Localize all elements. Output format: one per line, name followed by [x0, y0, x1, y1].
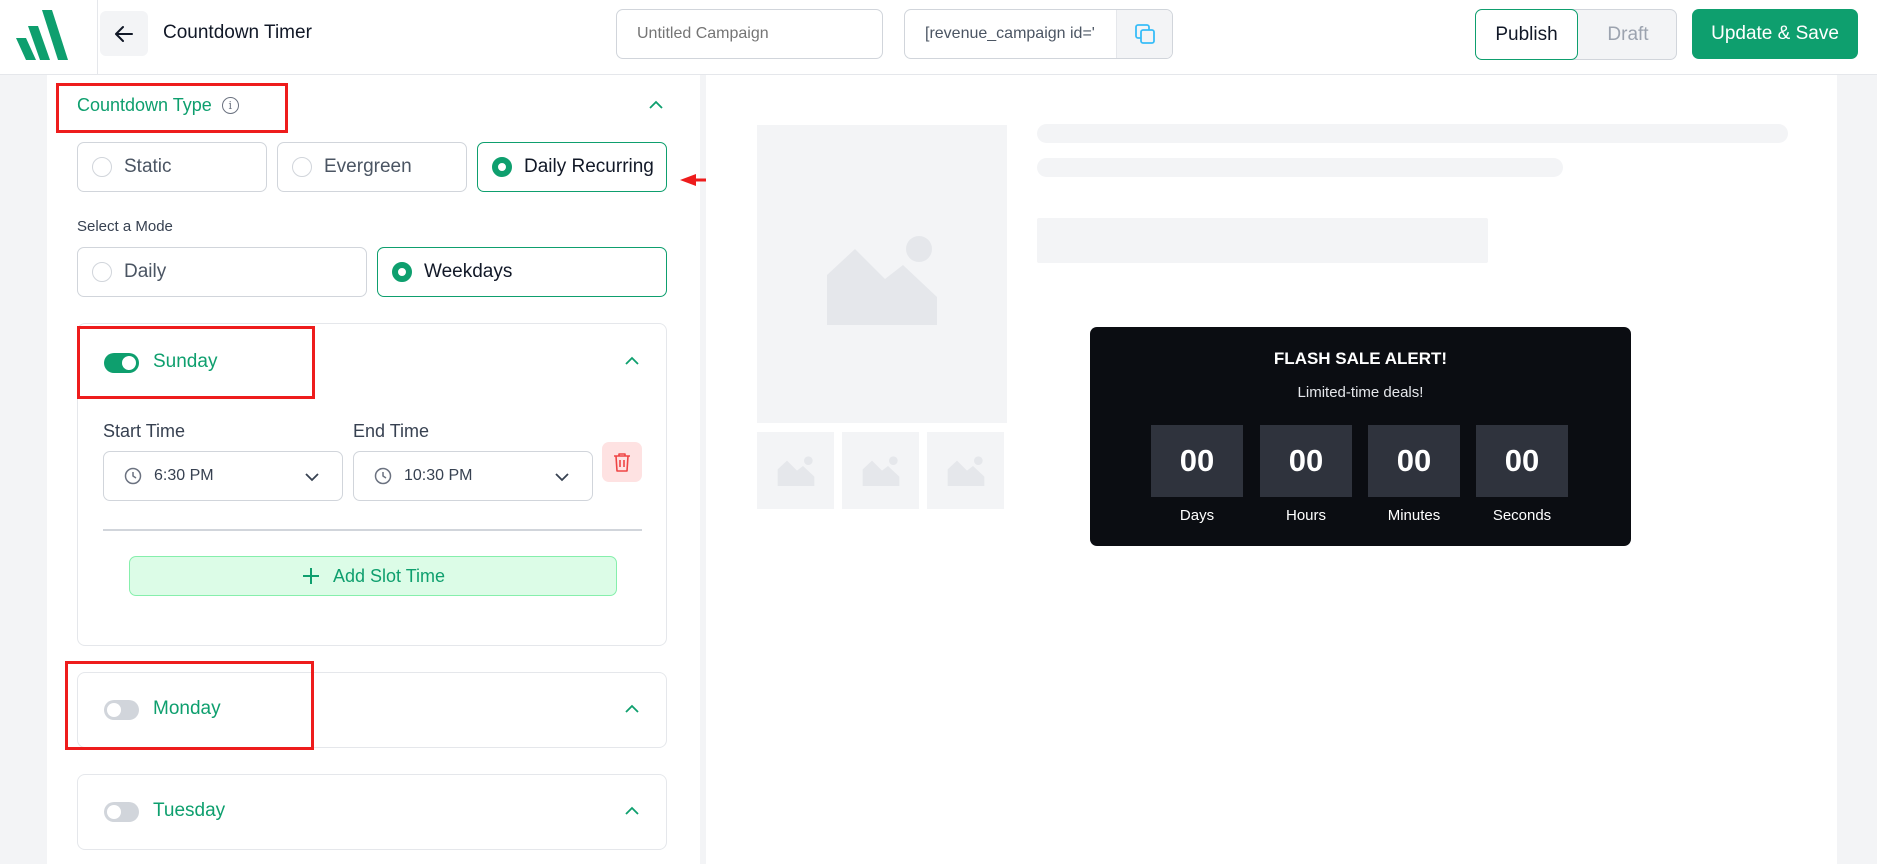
end-time-select[interactable]: 10:30 PM	[353, 451, 593, 501]
status-toggle: Publish Draft	[1475, 9, 1677, 60]
chevron-down-icon	[555, 473, 569, 482]
timer-subtitle: Limited-time deals!	[1297, 384, 1424, 401]
tuesday-toggle[interactable]	[104, 802, 139, 822]
highlight-box	[77, 326, 315, 399]
subtitle-skeleton	[1037, 158, 1563, 177]
add-slot-label: Add Slot Time	[332, 565, 446, 586]
back-button[interactable]	[100, 11, 148, 56]
brand-logo	[16, 10, 68, 60]
start-time-value: 6:30 PM	[154, 467, 214, 484]
seconds-label: Seconds	[1492, 507, 1552, 524]
image-icon	[862, 456, 900, 486]
image-icon	[947, 456, 985, 486]
add-slot-time-button[interactable]: Add Slot Time	[129, 556, 617, 596]
mode-label: Select a Mode	[77, 218, 173, 235]
option-label: Daily	[124, 261, 167, 282]
mode-weekdays[interactable]: Weekdays	[377, 247, 667, 297]
minutes-label: Minutes	[1387, 507, 1441, 524]
radio-icon	[92, 157, 112, 177]
title-skeleton	[1037, 124, 1788, 143]
option-label: Weekdays	[424, 261, 513, 282]
delete-slot-button[interactable]	[602, 442, 642, 482]
end-time-value: 10:30 PM	[404, 467, 473, 484]
plus-icon	[302, 568, 319, 584]
image-icon	[827, 236, 937, 325]
hours-label: Hours	[1285, 507, 1326, 524]
mode-daily[interactable]: Daily	[77, 247, 367, 297]
image-icon	[777, 456, 815, 486]
copy-icon	[1134, 24, 1155, 44]
preview-panel: FLASH SALE ALERT! Limited-time deals! 00…	[706, 75, 1837, 864]
toggle-knob	[107, 805, 121, 819]
day-name: Tuesday	[153, 800, 226, 821]
radio-icon	[292, 157, 312, 177]
slot-divider	[103, 529, 642, 531]
trash-icon	[614, 453, 630, 472]
seconds-value: 00	[1476, 425, 1568, 497]
top-bar: Countdown Timer [revenue_campaign id=' P…	[0, 0, 1877, 75]
logo-divider	[97, 0, 98, 75]
hours-value: 00	[1260, 425, 1352, 497]
day-card-tuesday: Tuesday	[77, 774, 667, 850]
chevron-up-icon[interactable]	[623, 700, 641, 718]
clock-icon	[374, 467, 392, 485]
shortcode-field[interactable]: [revenue_campaign id='	[904, 9, 1173, 59]
option-label: Static	[124, 156, 172, 177]
radio-icon	[92, 262, 112, 282]
timer-title: FLASH SALE ALERT!	[1273, 349, 1448, 368]
start-time-label: Start Time	[103, 421, 186, 441]
end-time-label: End Time	[353, 421, 430, 441]
days-label: Days	[1179, 507, 1215, 524]
clock-icon	[124, 467, 142, 485]
price-skeleton	[1037, 218, 1488, 263]
thumbnail-placeholder	[842, 432, 919, 509]
arrow-left-icon	[115, 25, 133, 42]
countdown-type-daily-recurring[interactable]: Daily Recurring	[477, 142, 667, 192]
shortcode-text: [revenue_campaign id='	[925, 25, 1095, 42]
draft-button[interactable]: Draft	[1580, 10, 1676, 59]
chevron-up-icon[interactable]	[647, 96, 665, 114]
chevron-up-icon[interactable]	[623, 802, 641, 820]
start-time-select[interactable]: 6:30 PM	[103, 451, 343, 501]
radio-selected-icon	[392, 262, 412, 282]
radio-selected-icon	[492, 157, 512, 177]
highlight-box	[65, 661, 314, 750]
chevron-up-icon[interactable]	[623, 352, 641, 370]
option-label: Daily Recurring	[524, 156, 654, 177]
update-save-button[interactable]: Update & Save	[1692, 9, 1858, 59]
countdown-type-static[interactable]: Static	[77, 142, 267, 192]
page-title: Countdown Timer	[163, 22, 312, 43]
days-value: 00	[1151, 425, 1243, 497]
countdown-type-evergreen[interactable]: Evergreen	[277, 142, 467, 192]
highlight-box	[56, 83, 288, 133]
publish-button[interactable]: Publish	[1475, 9, 1578, 60]
product-image-placeholder	[757, 125, 1007, 423]
option-label: Evergreen	[324, 156, 412, 177]
thumbnail-placeholder	[757, 432, 834, 509]
countdown-timer-preview: FLASH SALE ALERT! Limited-time deals! 00…	[1090, 327, 1631, 546]
chevron-down-icon	[305, 473, 319, 482]
thumbnail-placeholder	[927, 432, 1004, 509]
campaign-name-input[interactable]	[616, 9, 883, 59]
copy-shortcode-button[interactable]	[1116, 10, 1172, 58]
minutes-value: 00	[1368, 425, 1460, 497]
